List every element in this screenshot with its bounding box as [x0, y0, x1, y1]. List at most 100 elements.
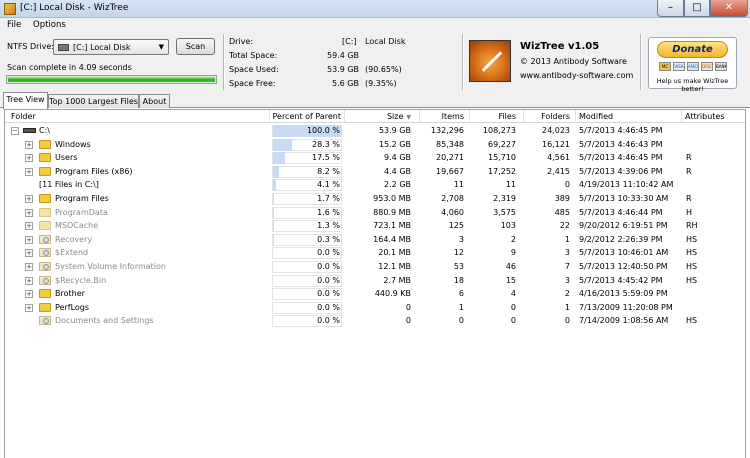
files-value: 46	[505, 262, 516, 271]
modified-value: 9/2/2012 2:26:39 PM	[579, 234, 663, 244]
table-row[interactable]: + System Volume Information 0.0 % 12.1 MB 53…	[5, 260, 745, 274]
drive-letter: [C:]	[342, 37, 357, 46]
donate-button[interactable]: Donate	[657, 41, 728, 58]
menu-bar: File Options	[0, 18, 750, 32]
drive-select[interactable]: [C:] Local Disk ▼	[53, 39, 169, 55]
table-row[interactable]: − C:\ 100.0 % 53.9 GB 132,296 108,273 24,023 5/…	[5, 124, 745, 138]
minimize-button[interactable]: –	[657, 0, 684, 17]
size-value: 723.1 MB	[373, 221, 411, 231]
size-value: 0	[405, 302, 411, 312]
column-files[interactable]: Files	[470, 112, 516, 121]
files-value: 4	[510, 289, 516, 299]
items-value: 125	[448, 221, 464, 231]
expand-toggle[interactable]: +	[25, 140, 33, 149]
expand-toggle[interactable]: +	[25, 303, 33, 312]
folders-value: 2,415	[547, 166, 570, 176]
system-folder-icon	[39, 262, 51, 271]
percent-value: 100.0 %	[306, 126, 340, 135]
folder-name: C:\	[39, 126, 50, 135]
expand-toggle[interactable]: +	[25, 276, 33, 285]
column-attributes[interactable]: Attributes	[685, 112, 725, 121]
table-row[interactable]: + MSOCache 1.3 % 723.1 MB 125 103 22 9/20/2012 …	[5, 219, 745, 233]
tab-about[interactable]: About	[139, 94, 170, 108]
files-value: 11	[505, 180, 516, 190]
space-used-percent: (90.65%)	[365, 65, 402, 74]
folder-icon	[39, 194, 51, 203]
payment-cards: MC VISA AMEX DISC BANK	[659, 62, 729, 72]
table-row[interactable]: + Users 17.5 % 9.4 GB 20,271 15,710 4,561 5/7/2…	[5, 151, 745, 165]
expand-toggle[interactable]: +	[25, 167, 33, 176]
scan-button[interactable]: Scan	[176, 38, 215, 55]
folders-value: 3	[564, 275, 570, 285]
items-value: 2,708	[441, 194, 464, 203]
total-space-value: 59.4 GB	[327, 51, 360, 60]
modified-value: 5/7/2013 10:46:01 AM	[579, 248, 669, 258]
table-row[interactable]: + Windows 28.3 % 15.2 GB 85,348 69,227 16,121 5…	[5, 138, 745, 152]
folder-name: PerfLogs	[55, 302, 90, 312]
donate-box[interactable]: Donate MC VISA AMEX DISC BANK Help us ma…	[648, 37, 737, 93]
table-row[interactable]: + Brother 0.0 % 440.9 KB 6 4 2 4/16/2013 5:59:0…	[5, 287, 745, 301]
table-row[interactable]: + PerfLogs 0.0 % 0 1 0 1 7/13/2009 11:20:08 PM	[5, 301, 745, 315]
expand-toggle[interactable]: +	[25, 222, 33, 231]
table-row[interactable]: + Recovery 0.3 % 164.4 MB 3 2 1 9/2/2012 2:26:3…	[5, 233, 745, 247]
expand-toggle[interactable]: +	[25, 208, 33, 217]
percent-value: 0.0 %	[317, 262, 340, 271]
folders-value: 7	[564, 262, 570, 271]
tab-tree-view[interactable]: Tree View	[3, 92, 48, 109]
expand-toggle[interactable]: +	[25, 235, 33, 244]
tab-top-1000-largest-files[interactable]: Top 1000 Largest Files	[48, 94, 139, 108]
table-row[interactable]: [11 Files in C:\] 4.1 % 2.2 GB 11 11 0 4/19/20…	[5, 178, 745, 192]
modified-value: 4/16/2013 5:59:09 PM	[579, 289, 668, 299]
system-folder-icon	[39, 316, 51, 326]
column-items[interactable]: Items	[420, 112, 464, 121]
menu-options[interactable]: Options	[33, 20, 66, 30]
folders-value: 485	[554, 207, 570, 217]
files-value: 15	[505, 275, 516, 285]
table-row[interactable]: + $Extend 0.0 % 20.1 MB 12 9 3 5/7/2013 10:46:0…	[5, 246, 745, 260]
column-percent[interactable]: Percent of Parent	[270, 112, 341, 121]
table-row[interactable]: + $Recycle.Bin 0.0 % 2.7 MB 18 15 3 5/7/2013 4:…	[5, 274, 745, 288]
modified-value: 5/7/2013 4:46:43 PM	[579, 139, 663, 149]
app-name: WizTree v1.05	[520, 41, 600, 52]
tree-view-grid[interactable]: Folder Percent of Parent Size ▼ Items Fil…	[4, 109, 746, 458]
column-size[interactable]: Size ▼	[345, 112, 411, 121]
menu-file[interactable]: File	[7, 20, 21, 30]
expand-toggle[interactable]: +	[25, 195, 33, 203]
space-free-label: Space Free:	[229, 79, 276, 88]
table-row[interactable]: + ProgramData 1.6 % 880.9 MB 4,060 3,575 485 5/…	[5, 206, 745, 220]
expand-toggle[interactable]: +	[25, 290, 33, 299]
size-value: 0	[405, 316, 411, 326]
size-value: 9.4 GB	[384, 153, 411, 163]
modified-value: 5/7/2013 10:33:30 AM	[579, 194, 669, 203]
website-link[interactable]: www.antibody-software.com	[520, 71, 633, 80]
bank-icon: BANK	[715, 62, 727, 71]
column-folder[interactable]: Folder	[11, 112, 36, 121]
folder-icon	[39, 289, 51, 299]
folder-name: System Volume Information	[55, 262, 166, 271]
table-row[interactable]: + Program Files (x86) 8.2 % 4.4 GB 19,667 17,…	[5, 165, 745, 179]
progress-fill	[8, 77, 215, 82]
close-button[interactable]: ✕	[710, 0, 748, 17]
maximize-button[interactable]: □	[684, 0, 710, 17]
percent-value: 0.0 %	[317, 275, 340, 285]
sort-descending-icon: ▼	[406, 114, 411, 121]
folder-name: Windows	[55, 139, 91, 149]
modified-value: 5/7/2013 4:39:06 PM	[579, 166, 663, 176]
column-modified[interactable]: Modified	[579, 112, 613, 121]
files-value: 0	[510, 316, 516, 326]
expand-toggle[interactable]: +	[25, 154, 33, 163]
folders-value: 0	[564, 316, 570, 326]
copyright: © 2013 Antibody Software	[520, 57, 627, 66]
expand-toggle[interactable]: +	[25, 263, 33, 271]
expand-toggle[interactable]: +	[25, 249, 33, 258]
table-row[interactable]: Documents and Settings 0.0 % 0 0 0 0 7/14/2009…	[5, 314, 745, 328]
space-used-value: 53.9 GB	[327, 65, 360, 74]
collapse-toggle[interactable]: −	[11, 127, 19, 135]
table-row[interactable]: + Program Files 1.7 % 953.0 MB 2,708 2,319 389…	[5, 192, 745, 206]
folder-name: Users	[55, 153, 78, 163]
items-value: 132,296	[430, 126, 464, 135]
column-folders[interactable]: Folders	[524, 112, 570, 121]
ntfs-drive-label: NTFS Drive:	[7, 42, 54, 51]
size-value: 880.9 MB	[373, 207, 411, 217]
total-space-label: Total Space:	[229, 51, 278, 60]
